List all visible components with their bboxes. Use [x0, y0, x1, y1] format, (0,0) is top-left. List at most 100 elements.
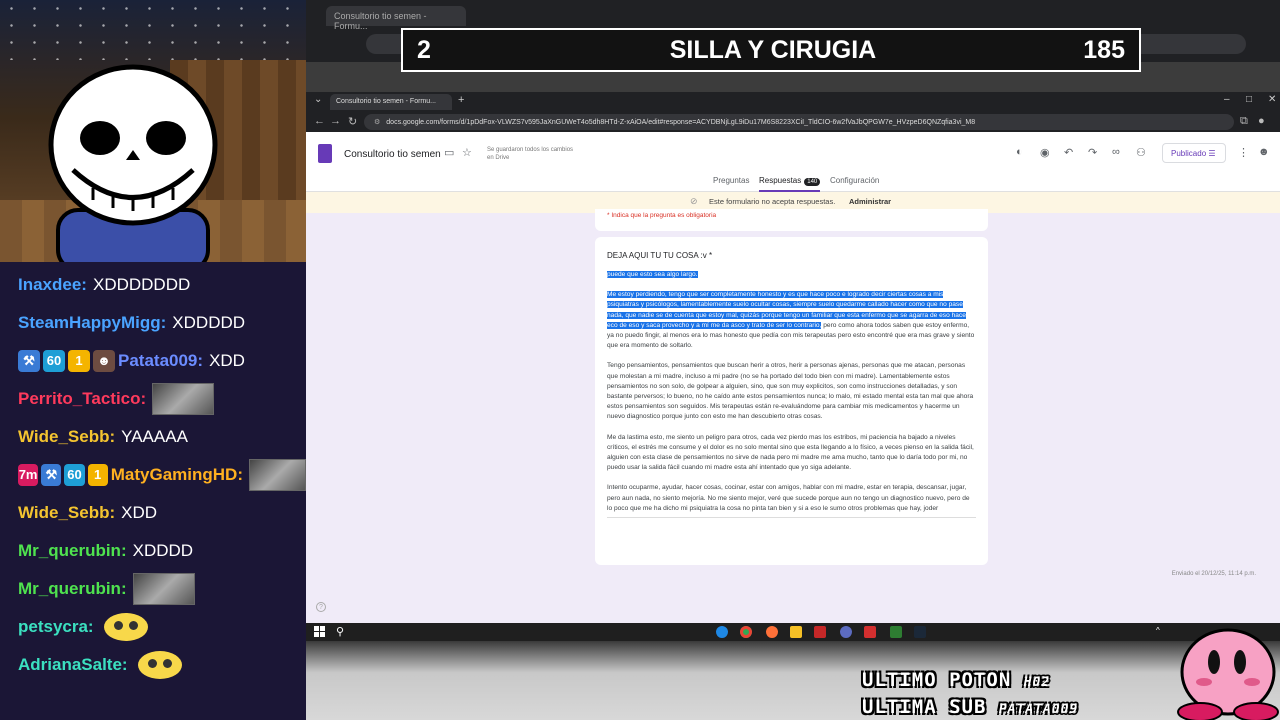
link-icon[interactable]: ∞ [1112, 146, 1120, 158]
account-avatar[interactable]: ☻ [1258, 146, 1270, 158]
minimize-icon[interactable]: – [1224, 94, 1230, 105]
star-icon[interactable]: ☆ [462, 146, 472, 159]
chat-username[interactable]: AdrianaSalte: [18, 655, 128, 675]
chat-message: ⚒ 60 1 ☻ Patata009: XDD [18, 342, 306, 380]
chat-message: Mr_querubin: XDDDD [18, 532, 306, 570]
close-icon[interactable]: ✕ [1268, 94, 1276, 105]
chat-username[interactable]: Wide_Sebb: [18, 503, 115, 523]
form-content: * Indica que la pregunta es obligatoria … [306, 209, 1280, 623]
required-note: * Indica que la pregunta es obligatoria [607, 212, 717, 219]
answer-paragraph-3: Me da lastima esto, me siento un peligro… [607, 433, 974, 472]
forward-icon[interactable]: → [330, 115, 341, 127]
notice-text: Este formulario no acepta respuestas. [709, 197, 836, 206]
chat-badge-icon: ☻ [93, 350, 115, 372]
windows-start-icon[interactable] [314, 626, 325, 637]
chat-username[interactable]: petsycra: [18, 617, 94, 637]
chat-badge-icon: 1 [68, 350, 90, 372]
app-red-icon[interactable] [814, 626, 826, 638]
app-blue-icon[interactable] [840, 626, 852, 638]
back-icon[interactable]: ← [314, 115, 325, 127]
stream-overlay-text: ULTIMO POTON H02 ULTIMA SUB PATATA009 [862, 668, 1078, 720]
tab-preguntas[interactable]: Preguntas [713, 176, 749, 185]
last-sub-value: PATATA009 [998, 702, 1079, 717]
chat-badge-icon: 60 [43, 350, 65, 372]
required-note-card: * Indica que la pregunta es obligatoria [595, 209, 988, 231]
chrome-icon[interactable] [740, 626, 752, 638]
answer-text[interactable]: puede que esto sea algo largo. Me estoy … [607, 270, 976, 519]
address-bar[interactable]: ⚙ docs.google.com/forms/d/1pDdFox-VLWZS7v… [364, 114, 1234, 130]
firefox-icon[interactable] [766, 626, 778, 638]
tab-bar: ⌄ Consultorio tio semen - Formu... + – □… [306, 92, 1280, 110]
chat-badge-icon: 7m [18, 464, 39, 486]
no-responses-icon: ⊘ [690, 196, 698, 206]
chat-panel: Inaxdee: XDDDDDDD SteamHappyMigg: XDDDDD ⚒ 60… [0, 262, 307, 720]
chat-username[interactable]: Patata009: [118, 351, 203, 371]
pleading-face-emote-icon [137, 651, 182, 679]
chat-message: Wide_Sebb: XDD [18, 494, 306, 532]
chat-message: 7m ⚒ 60 1 MatyGamingHD: [18, 456, 307, 494]
extensions-icon[interactable]: ⧉ [1240, 115, 1248, 128]
question-title: DEJA AQUI TU TU COSA :v * [607, 251, 713, 260]
forms-logo-icon [318, 144, 332, 163]
manage-link[interactable]: Administrar [849, 197, 891, 206]
tray-chevron-icon[interactable]: ^ [1156, 626, 1164, 638]
chat-badge-icon: ⚒ [18, 350, 40, 372]
site-info-icon[interactable]: ⚙ [374, 119, 380, 126]
chat-text: XDDDDD [172, 313, 246, 332]
last-sub-label: ULTIMA SUB [862, 696, 987, 718]
form-tabs: Preguntas Respuestas 140 Configuración [306, 176, 1280, 192]
answer-paragraph-4: Intento ocuparme, ayudar, hacer cosas, c… [607, 484, 970, 512]
tab-menu-icon[interactable]: ⌄ [314, 94, 322, 105]
chat-text: XDDDDDDD [92, 275, 191, 294]
game-icon[interactable] [890, 626, 902, 638]
submitted-timestamp: Enviado el 20/12/25, 11:14 p.m. [1171, 571, 1256, 577]
stream-frame: Inaxdee: XDDDDDDD SteamHappyMigg: XDDDDD ⚒ 60… [0, 0, 1280, 720]
file-explorer-icon[interactable] [790, 626, 802, 638]
screen-capture: Consultorio tio semen - Formu... SILLA Y… [306, 0, 1280, 720]
chat-message: Mr_querubin: [18, 570, 306, 608]
responses-count-badge: 140 [804, 178, 821, 186]
chat-username[interactable]: Perrito_Tactico: [18, 389, 146, 409]
edge-icon[interactable] [716, 626, 728, 638]
image-emote-icon [248, 459, 307, 491]
chat-text: XDD [121, 503, 158, 522]
undo-icon[interactable]: ↶ [1064, 146, 1073, 159]
answer-card: DEJA AQUI TU TU COSA :v * puede que esto… [595, 237, 988, 565]
chat-message: SteamHappyMigg: XDDDDD [18, 304, 306, 342]
reload-icon[interactable]: ↻ [348, 115, 357, 128]
palette-icon[interactable]: ◐ [1016, 146, 1023, 158]
chat-username[interactable]: Mr_querubin: [18, 541, 127, 561]
folder-icon[interactable]: ▭ [444, 146, 454, 159]
more-options-icon[interactable]: ⋮ [1238, 146, 1249, 159]
chat-text: XDD [209, 351, 245, 370]
help-icon[interactable]: ? [316, 602, 326, 612]
valorant-icon[interactable] [864, 626, 876, 638]
steam-icon[interactable] [914, 626, 926, 638]
chat-username[interactable]: SteamHappyMigg: [18, 313, 166, 333]
chat-username[interactable]: Inaxdee: [18, 275, 87, 295]
new-tab-button[interactable]: + [458, 94, 464, 106]
add-collaborator-icon[interactable]: ⚇ [1136, 146, 1146, 159]
last-donation-label: ULTIMO POTON [862, 669, 1012, 691]
profile-icon[interactable]: ● [1258, 115, 1265, 127]
chat-username[interactable]: MatyGamingHD: [111, 465, 243, 485]
tab-respuestas[interactable]: Respuestas 140 [759, 176, 821, 192]
chat-username[interactable]: Wide_Sebb: [18, 427, 115, 447]
published-label: Publicado [1171, 149, 1207, 158]
preview-icon[interactable]: ◉ [1040, 146, 1050, 159]
published-button[interactable]: Publicado ☰ [1162, 143, 1226, 163]
redo-icon[interactable]: ↷ [1088, 146, 1097, 159]
browser-tab[interactable]: Consultorio tio semen - Formu... [330, 94, 452, 110]
chat-username[interactable]: Mr_querubin: [18, 579, 127, 599]
banner-number: 2 [417, 36, 431, 64]
chat-text: XDDDD [132, 541, 194, 560]
image-emote-icon [132, 573, 195, 605]
maximize-icon[interactable]: □ [1246, 94, 1252, 105]
image-emote-icon [152, 383, 215, 415]
tab-configuracion[interactable]: Configuración [830, 176, 879, 185]
webcam-panel [0, 0, 306, 262]
search-icon[interactable]: ⚲ [336, 625, 344, 638]
form-title[interactable]: Consultorio tio semen [344, 149, 441, 160]
chat-badge-icon: 1 [87, 464, 108, 486]
tab-respuestas-label: Respuestas [759, 176, 802, 185]
